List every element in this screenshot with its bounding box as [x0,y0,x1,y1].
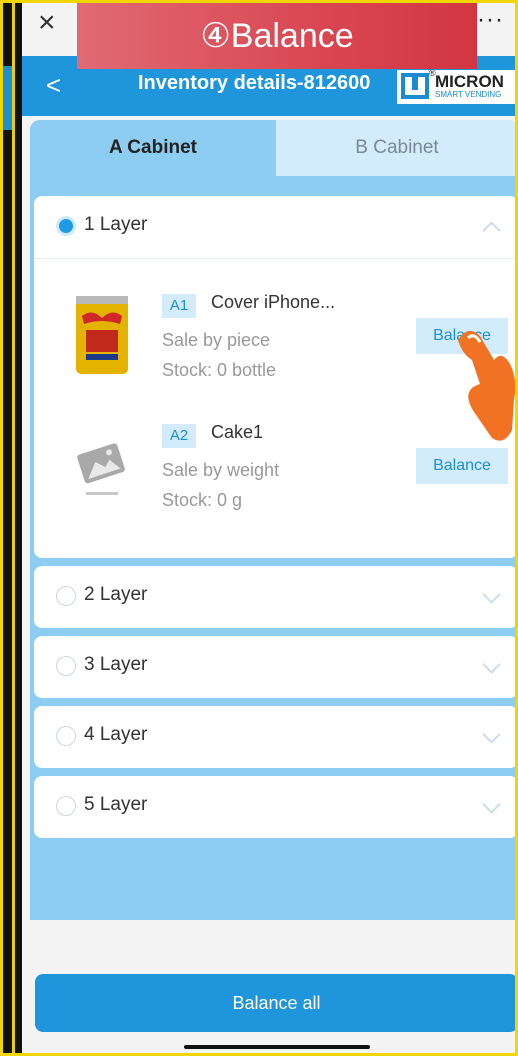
item-sale-type: Sale by piece [162,330,271,350]
balance-all-button[interactable]: Balance all [35,974,518,1032]
layer-1-section: 1 Layer A1 Cover iPhone... Sale by piece… [34,196,518,558]
chevron-down-icon[interactable] [482,585,501,604]
item-stock: Stock: 0 g [162,490,243,510]
layer-2-label: 2 Layer [84,584,148,605]
layer-2-row[interactable]: 2 Layer [34,566,518,628]
energy-drink-can-icon [72,288,132,378]
item-sale-type: Sale by weight [162,460,280,480]
layer-4-label: 4 Layer [84,724,148,745]
layer-3-radio[interactable] [56,656,76,676]
item-name: Cake1 [211,422,264,442]
chevron-down-icon[interactable] [482,655,501,674]
page-title: Inventory details-812600 [138,72,371,94]
brand-logo: MICRON ® SMART VENDING [397,68,515,104]
left-edge-tab [0,66,12,130]
slot-tag: A1 [162,294,196,318]
slot-tag: A2 [162,424,196,448]
layer-2-radio[interactable] [56,586,76,606]
item-name: Cover iPhone... [211,292,336,312]
balance-button[interactable]: Balance [416,448,508,484]
layer-5-radio[interactable] [56,796,76,816]
logo-subtext: SMART VENDING [435,90,502,99]
logo-mark-icon [401,73,429,99]
placeholder-image-icon [72,418,132,508]
layer-1-label: 1 Layer [84,214,148,235]
home-indicator [184,1045,370,1049]
layer-3-row[interactable]: 3 Layer [34,636,518,698]
layer-5-label: 5 Layer [84,794,148,815]
tab-a-cabinet[interactable]: A Cabinet [30,120,276,176]
chevron-down-icon[interactable] [482,795,501,814]
left-edge-strip [0,0,22,1056]
step-banner: ④Balance [77,3,477,69]
more-icon[interactable]: ··· [477,6,504,34]
left-yellow-line [12,0,15,1056]
phone-screen: × ··· ④Balance < Inventory details-81260… [22,0,518,1056]
item-stock: Stock: 0 bottle [162,360,277,380]
pointing-hand-icon [454,320,518,450]
chevron-down-icon[interactable] [482,725,501,744]
layer-1-radio[interactable] [56,216,76,236]
layer-1-header[interactable]: 1 Layer [34,196,518,259]
layer-4-radio[interactable] [56,726,76,746]
chevron-up-icon[interactable] [482,221,501,240]
close-icon[interactable]: × [38,8,56,38]
logo-registered: ® [429,68,436,78]
back-button[interactable]: < [46,70,61,100]
layer-3-label: 3 Layer [84,654,148,675]
layer-5-row[interactable]: 5 Layer [34,776,518,838]
layer-4-row[interactable]: 4 Layer [34,706,518,768]
logo-text: MICRON [435,72,504,91]
tab-b-cabinet[interactable]: B Cabinet [276,120,518,176]
